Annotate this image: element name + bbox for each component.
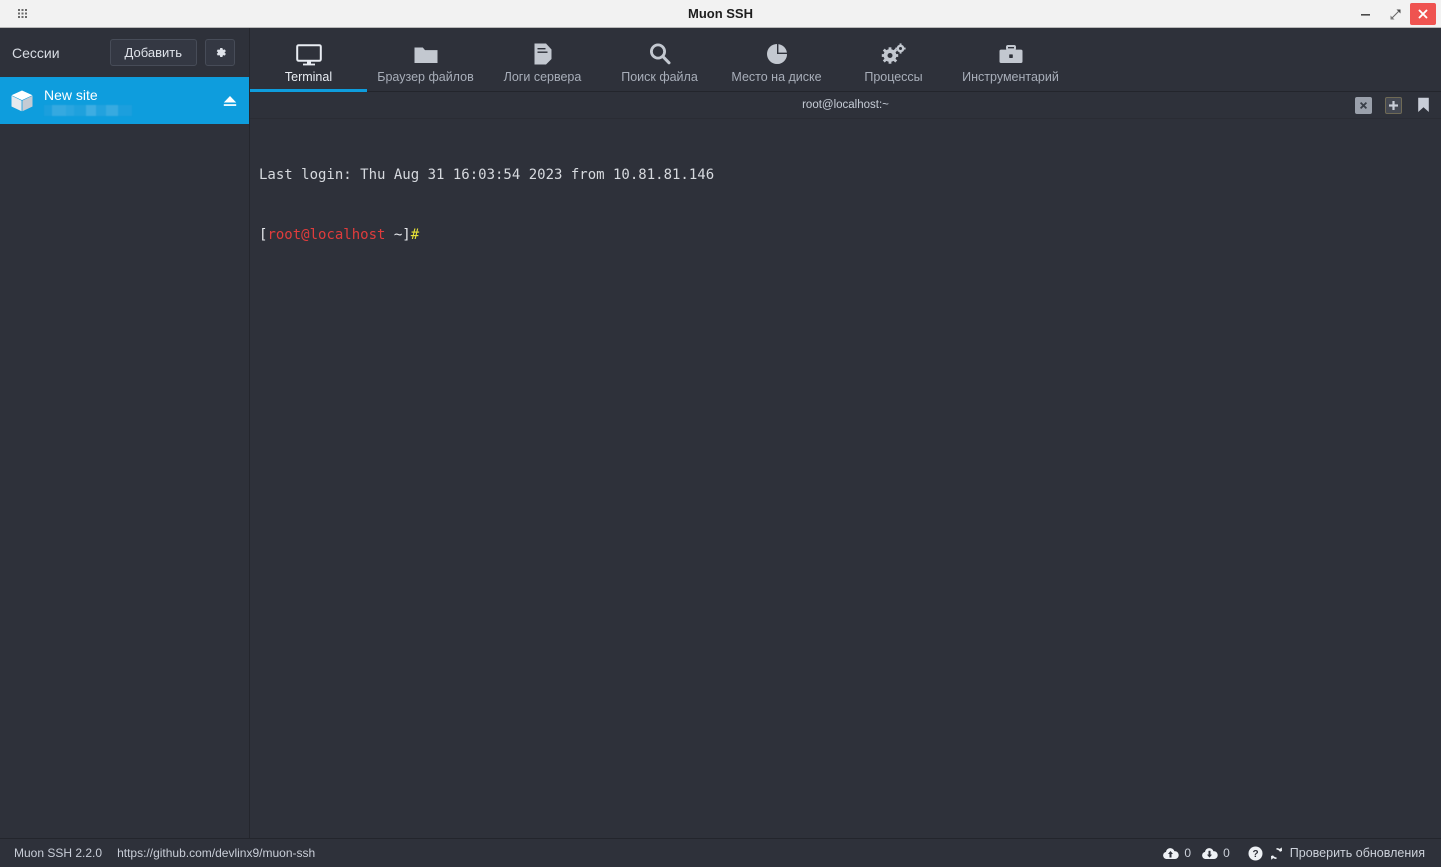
tab-label: Браузер файлов bbox=[377, 70, 474, 84]
close-icon[interactable] bbox=[1355, 96, 1372, 114]
status-right-group: 0 0 ? Проверить обновления bbox=[1162, 846, 1425, 861]
download-counter[interactable]: 0 bbox=[1201, 846, 1230, 860]
tab-label: Поиск файла bbox=[621, 70, 698, 84]
list-item[interactable]: New site bbox=[0, 77, 249, 124]
title-bar: Muon SSH bbox=[0, 0, 1441, 28]
prompt-symbol: # bbox=[410, 227, 420, 243]
app-body: Сессии Добавить New site Terminal Браузе… bbox=[0, 28, 1441, 838]
close-button[interactable] bbox=[1410, 3, 1436, 25]
file-icon bbox=[532, 40, 554, 66]
status-bar: Muon SSH 2.2.0 https://github.com/devlin… bbox=[0, 838, 1441, 867]
app-version: Muon SSH 2.2.0 bbox=[14, 846, 103, 860]
session-name: New site bbox=[44, 87, 98, 103]
sidebar-title: Сессии bbox=[12, 44, 60, 61]
window-controls bbox=[1350, 0, 1441, 28]
tab-server-logs[interactable]: Логи сервера bbox=[484, 28, 601, 91]
sidebar: Сессии Добавить New site bbox=[0, 28, 250, 838]
help-circle-icon[interactable]: ? bbox=[1248, 846, 1263, 861]
session-subtitle-redacted bbox=[44, 105, 132, 116]
pie-chart-icon bbox=[765, 40, 789, 66]
box-icon bbox=[9, 88, 35, 114]
eject-icon[interactable] bbox=[221, 93, 239, 109]
monitor-icon bbox=[295, 40, 322, 66]
terminal-line: [root@localhost ~]# bbox=[259, 225, 1441, 245]
maximize-restore-button[interactable] bbox=[1380, 0, 1410, 28]
main-area: Terminal Браузер файлов Логи сервера Пои… bbox=[250, 28, 1441, 838]
tab-terminal[interactable]: Terminal bbox=[250, 28, 367, 92]
terminal-tab-actions bbox=[1355, 96, 1432, 114]
refresh-icon[interactable] bbox=[1269, 846, 1284, 861]
check-updates-label: Проверить обновления bbox=[1289, 846, 1425, 860]
tab-file-search[interactable]: Поиск файла bbox=[601, 28, 718, 91]
tab-file-browser[interactable]: Браузер файлов bbox=[367, 28, 484, 91]
minimize-button[interactable] bbox=[1350, 0, 1380, 28]
tab-processes[interactable]: Процессы bbox=[835, 28, 952, 91]
bookmark-icon[interactable] bbox=[1415, 97, 1432, 114]
gear-icon bbox=[214, 46, 227, 59]
briefcase-icon bbox=[998, 40, 1024, 66]
grid-dots-icon[interactable] bbox=[8, 0, 36, 28]
terminal-output[interactable]: Last login: Thu Aug 31 16:03:54 2023 fro… bbox=[250, 119, 1441, 838]
session-texts: New site bbox=[44, 85, 212, 116]
terminal-tab-title: root@localhost:~ bbox=[802, 99, 889, 111]
main-toolbar: Terminal Браузер файлов Логи сервера Пои… bbox=[250, 28, 1441, 92]
tab-label: Terminal bbox=[284, 70, 333, 84]
svg-text:?: ? bbox=[1252, 849, 1258, 860]
cloud-upload-icon bbox=[1162, 847, 1180, 860]
tab-label: Процессы bbox=[864, 70, 923, 84]
cloud-download-icon bbox=[1201, 847, 1218, 860]
prompt-user-host: root@localhost bbox=[267, 227, 386, 243]
tab-disk-space[interactable]: Место на диске bbox=[718, 28, 835, 91]
search-icon bbox=[648, 40, 672, 66]
check-updates-button[interactable]: ? Проверить обновления bbox=[1248, 846, 1425, 861]
gears-icon bbox=[881, 40, 907, 66]
settings-button[interactable] bbox=[205, 39, 235, 66]
upload-counter[interactable]: 0 bbox=[1162, 846, 1191, 860]
prompt-path: ~] bbox=[385, 227, 411, 243]
terminal-line: Last login: Thu Aug 31 16:03:54 2023 fro… bbox=[259, 165, 1441, 185]
session-list: New site bbox=[0, 77, 249, 838]
tab-label: Логи сервера bbox=[503, 70, 582, 84]
window-title: Muon SSH bbox=[688, 6, 753, 21]
folder-icon bbox=[413, 40, 439, 66]
download-count: 0 bbox=[1223, 846, 1230, 860]
sidebar-header: Сессии Добавить bbox=[0, 28, 249, 77]
terminal-text: Last login: Thu Aug 31 16:03:54 2023 fro… bbox=[259, 167, 715, 183]
terminal-tabbar: root@localhost:~ bbox=[250, 92, 1441, 119]
tab-label: Место на диске bbox=[731, 70, 822, 84]
add-session-button[interactable]: Добавить bbox=[109, 39, 197, 66]
upload-count: 0 bbox=[1184, 846, 1192, 860]
tab-toolkit[interactable]: Инструментарий bbox=[952, 28, 1069, 91]
tab-label: Инструментарий bbox=[962, 70, 1059, 84]
plus-icon[interactable] bbox=[1385, 96, 1402, 114]
project-url[interactable]: https://github.com/devlinx9/muon-ssh bbox=[117, 846, 315, 860]
